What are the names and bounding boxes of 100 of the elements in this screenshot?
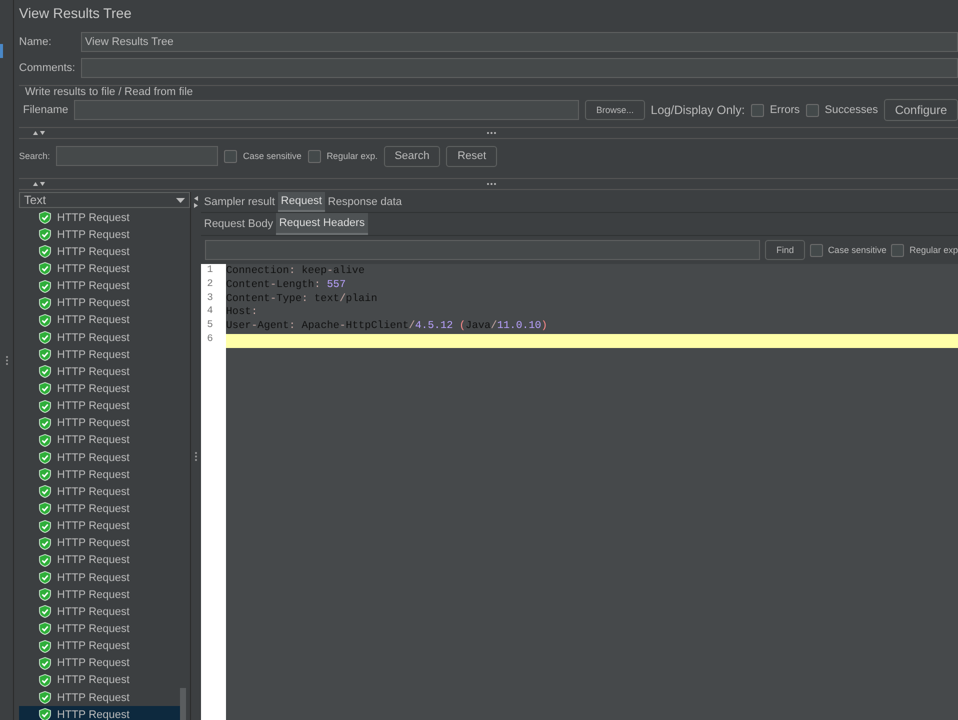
collapse-arrows-icon[interactable]	[33, 182, 45, 186]
success-shield-icon	[39, 211, 51, 224]
drag-handle-icon[interactable]	[195, 452, 197, 460]
tree-item[interactable]: HTTP Request	[19, 638, 184, 655]
configure-button[interactable]: Configure	[884, 99, 958, 121]
success-shield-icon	[39, 331, 51, 344]
checkbox-label: Regular exp.	[326, 151, 378, 161]
tree-item[interactable]: HTTP Request	[19, 209, 184, 226]
filename-field[interactable]	[74, 100, 580, 120]
success-shield-icon	[39, 468, 51, 482]
tree-item[interactable]: HTTP Request	[19, 620, 184, 638]
drag-handle-icon[interactable]	[487, 183, 496, 185]
checkbox[interactable]	[810, 244, 823, 256]
checkbox[interactable]	[891, 244, 904, 256]
success-shield-icon	[39, 554, 51, 567]
success-shield-icon	[39, 296, 51, 310]
tree-item[interactable]: HTTP Request	[19, 688, 184, 706]
success-shield-icon	[39, 536, 51, 550]
success-shield-icon	[39, 502, 51, 516]
tree-item[interactable]: HTTP Request	[19, 294, 184, 312]
collapse-arrows-icon[interactable]	[33, 131, 45, 135]
tree-item[interactable]: HTTP Request	[19, 603, 184, 620]
success-shield-icon	[39, 656, 51, 670]
tree-item[interactable]: HTTP Request	[19, 380, 184, 398]
tree-item[interactable]: HTTP Request	[19, 568, 184, 586]
code-line: Content-Length: 557	[226, 278, 347, 293]
tree-item[interactable]: HTTP Request	[19, 534, 184, 552]
checkbox-label: Case sensitive	[243, 151, 302, 161]
tree-item[interactable]: HTTP Request	[19, 654, 184, 672]
success-shield-icon	[39, 605, 51, 618]
tree-item[interactable]: HTTP Request	[19, 312, 184, 329]
checkbox[interactable]	[308, 150, 321, 162]
tab[interactable]: Request Body	[201, 213, 276, 235]
success-shield-icon	[39, 400, 51, 413]
scroll-arrows-icon[interactable]	[194, 196, 198, 208]
tab[interactable]: Request Headers	[276, 213, 368, 235]
tree-item[interactable]: HTTP Request	[19, 243, 184, 260]
tree-item[interactable]: HTTP Request	[19, 346, 184, 364]
field-label: Search:	[19, 151, 50, 161]
tree-item[interactable]: HTTP Request	[19, 226, 184, 244]
success-shield-icon	[39, 708, 51, 720]
success-shield-icon	[39, 434, 51, 447]
comments-field[interactable]	[81, 58, 958, 78]
reset-button[interactable]: Reset	[446, 146, 498, 166]
success-shield-icon	[39, 588, 51, 602]
renderer-dropdown[interactable]: Text	[19, 192, 190, 208]
tab[interactable]: Request	[278, 192, 325, 212]
tree-item[interactable]: HTTP Request	[19, 398, 184, 415]
line-number: 4	[206, 306, 214, 320]
drag-handle-icon[interactable]	[487, 132, 496, 134]
tab[interactable]: Sampler result	[201, 192, 278, 212]
success-shield-icon	[39, 365, 51, 378]
checkbox[interactable]	[806, 104, 819, 116]
find-button[interactable]: Find	[765, 240, 805, 260]
tree-item[interactable]: HTTP Request	[19, 518, 184, 535]
tree-item[interactable]: HTTP Request	[19, 500, 184, 518]
find-field[interactable]	[205, 240, 760, 260]
success-shield-icon	[39, 314, 51, 327]
success-shield-icon	[39, 485, 51, 498]
code-line: Content-Type: text/plain	[226, 292, 378, 306]
browse-button[interactable]: Browse...	[585, 100, 645, 120]
caret-icon	[176, 198, 185, 202]
search-field[interactable]	[56, 146, 218, 166]
success-shield-icon	[39, 262, 51, 276]
success-shield-icon	[39, 571, 51, 584]
line-number: 2	[206, 278, 214, 292]
success-shield-icon	[39, 228, 51, 242]
checkbox-label: Errors	[770, 104, 800, 116]
tab[interactable]: Response data	[324, 192, 405, 212]
name-field[interactable]: View Results Tree	[81, 32, 958, 52]
field-label: Comments:	[19, 62, 75, 74]
success-shield-icon	[39, 674, 51, 687]
checkbox-label: Regular exp	[909, 245, 958, 255]
group-legend: Write results to file / Read from file	[23, 86, 195, 98]
tree-item[interactable]: HTTP Request	[19, 278, 184, 295]
tree-item[interactable]: HTTP Request	[19, 414, 184, 432]
success-shield-icon	[39, 691, 51, 704]
tree-item[interactable]: HTTP Request	[19, 552, 184, 569]
checkbox[interactable]	[224, 150, 238, 162]
success-shield-icon	[39, 245, 51, 258]
line-number: 6	[206, 334, 214, 347]
tree-item[interactable]: HTTP Request	[19, 448, 184, 466]
code-line: Connection: keep-alive	[226, 265, 366, 279]
checkbox-label: Case sensitive	[828, 245, 886, 255]
checkbox[interactable]	[750, 104, 764, 116]
success-shield-icon	[39, 520, 51, 533]
tree-item[interactable]: HTTP Request	[19, 586, 184, 604]
tree-item[interactable]: HTTP Request	[19, 432, 184, 449]
tree-item[interactable]: HTTP Request	[19, 466, 184, 484]
drag-handle-icon[interactable]	[6, 356, 8, 364]
field-label: Filename	[23, 104, 68, 116]
tree-item[interactable]: HTTP Request	[19, 672, 184, 689]
tree-item[interactable]: HTTP Request	[19, 328, 184, 346]
scrollbar[interactable]	[180, 688, 186, 720]
code-line: Host:	[226, 306, 259, 320]
tree-item[interactable]: HTTP Request	[19, 363, 184, 380]
search-button[interactable]: Search	[384, 146, 440, 166]
tree-item[interactable]: HTTP Request	[19, 260, 184, 278]
tree-item[interactable]: HTTP Request	[19, 483, 184, 500]
field-label: Name:	[19, 36, 52, 48]
